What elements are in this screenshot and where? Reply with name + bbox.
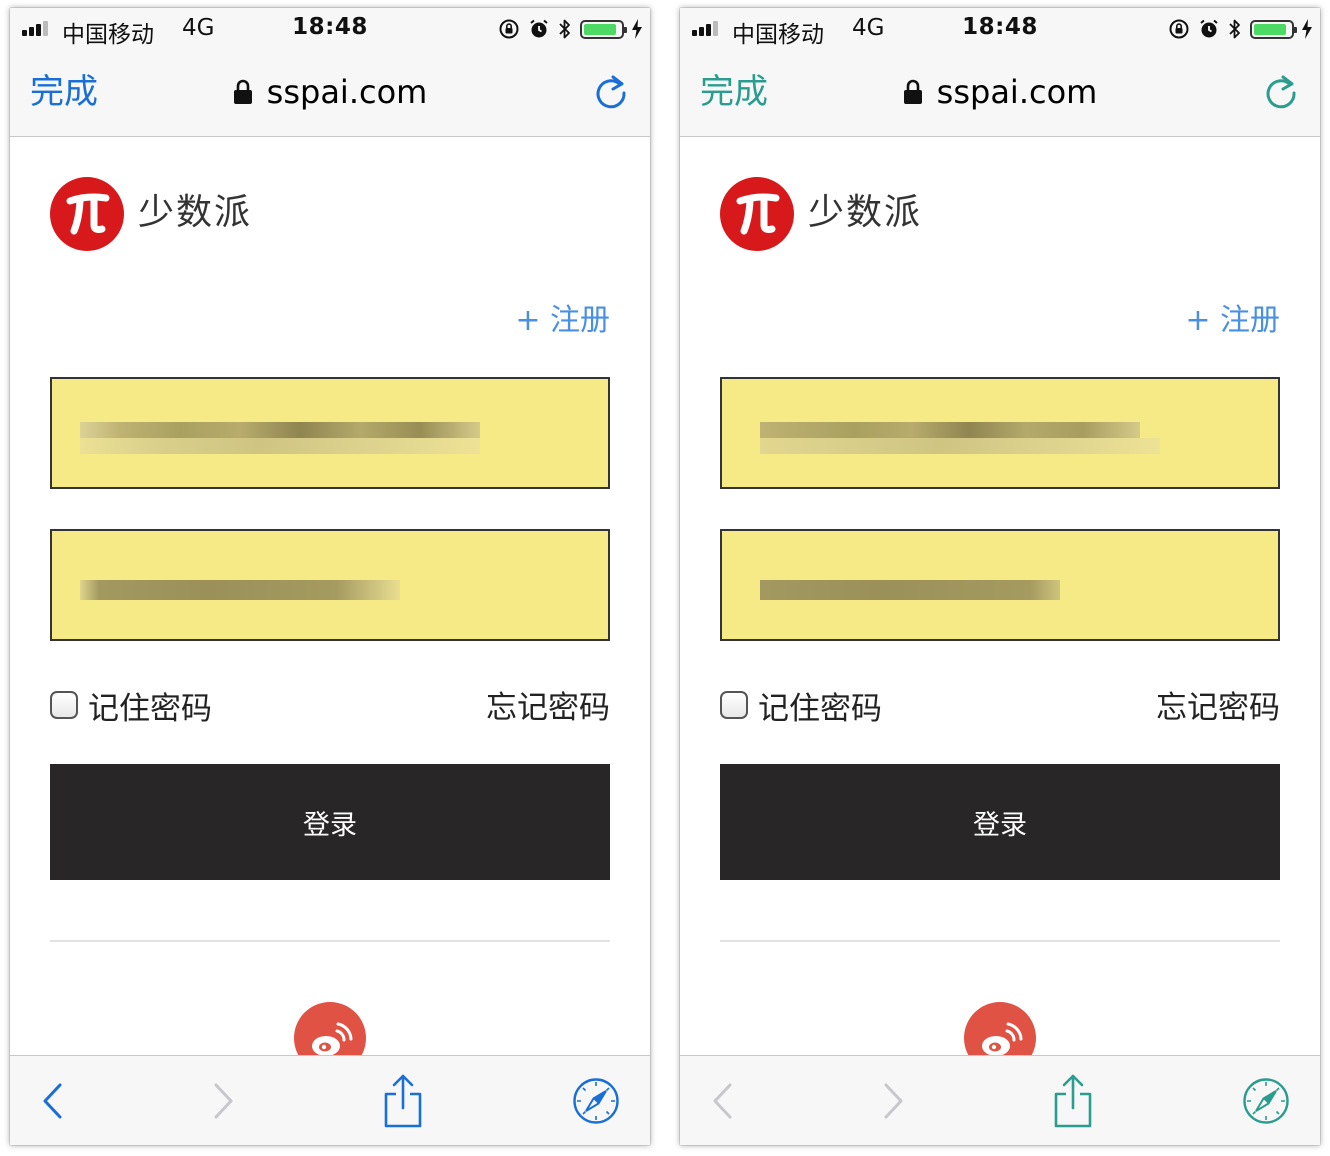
- status-bar: 中国移动 4G 18:48: [680, 8, 1320, 48]
- charging-icon: [632, 19, 642, 39]
- battery-icon: [1250, 19, 1297, 39]
- url-text: sspai.com: [266, 73, 428, 111]
- bluetooth-icon: [559, 19, 570, 39]
- login-page: 少数派 + 注册 记住密码 忘记密码 登录: [10, 137, 650, 1074]
- lock-icon: [903, 79, 922, 104]
- back-button[interactable]: [30, 1056, 76, 1145]
- chevron-left-icon: [713, 1083, 732, 1119]
- share-button[interactable]: [376, 1056, 430, 1145]
- url-text: sspai.com: [936, 73, 1098, 111]
- orientation-lock-icon: [499, 19, 519, 39]
- status-icons: [498, 16, 642, 42]
- address-bar: 完成 sspai.com: [10, 48, 650, 137]
- share-icon: [384, 1074, 422, 1128]
- open-in-safari-button[interactable]: [1240, 1056, 1292, 1145]
- brand-name: 少数派: [138, 192, 253, 233]
- chevron-right-icon: [884, 1083, 903, 1119]
- username-input[interactable]: [720, 377, 1280, 489]
- login-button[interactable]: 登录: [50, 764, 610, 880]
- divider: [720, 940, 1280, 942]
- address-bar: 完成 sspai.com: [680, 48, 1320, 137]
- remember-label: 记住密码: [88, 690, 212, 727]
- register-link[interactable]: + 注册: [515, 295, 610, 339]
- sspai-logo-icon: [720, 177, 794, 251]
- status-bar: 中国移动 4G 18:48: [10, 8, 650, 48]
- remember-checkbox[interactable]: [720, 691, 748, 719]
- phone-screen-left: 中国移动 4G 18:48 完成 sspai.com 少数派 + 注册 记住密码…: [10, 8, 650, 1145]
- register-link[interactable]: + 注册: [1185, 295, 1280, 339]
- remember-checkbox[interactable]: [50, 691, 78, 719]
- url-field[interactable]: sspai.com: [10, 72, 650, 112]
- forgot-password-link[interactable]: 忘记密码: [486, 682, 610, 727]
- share-button[interactable]: [1046, 1056, 1100, 1145]
- alarm-icon: [1200, 19, 1218, 38]
- charging-icon: [1302, 19, 1312, 39]
- forward-button[interactable]: [200, 1056, 246, 1145]
- battery-level: [584, 23, 617, 35]
- reload-icon[interactable]: [592, 74, 630, 112]
- password-input[interactable]: [50, 529, 610, 641]
- reload-icon[interactable]: [1262, 74, 1300, 112]
- orientation-lock-icon: [1169, 19, 1189, 39]
- password-input[interactable]: [720, 529, 1280, 641]
- username-input[interactable]: [50, 377, 610, 489]
- back-button[interactable]: [700, 1056, 746, 1145]
- share-icon: [1054, 1074, 1092, 1128]
- battery-level: [1254, 23, 1287, 35]
- divider: [50, 940, 610, 942]
- lock-icon: [233, 79, 252, 104]
- bluetooth-icon: [1229, 19, 1240, 39]
- forward-button[interactable]: [870, 1056, 916, 1145]
- status-icons: [1168, 16, 1312, 42]
- brand-name: 少数派: [808, 192, 923, 233]
- battery-icon: [580, 19, 627, 39]
- browser-toolbar: [10, 1055, 650, 1145]
- open-in-safari-button[interactable]: [570, 1056, 622, 1145]
- compass-icon: [573, 1078, 619, 1124]
- forgot-password-link[interactable]: 忘记密码: [1156, 682, 1280, 727]
- phone-screen-right: 中国移动 4G 18:48 完成 sspai.com 少数派 + 注册 记住密码…: [680, 8, 1320, 1145]
- chevron-left-icon: [43, 1083, 62, 1119]
- remember-password-toggle[interactable]: 记住密码: [720, 680, 882, 730]
- chevron-right-icon: [214, 1083, 233, 1119]
- compass-icon: [1243, 1078, 1289, 1124]
- sspai-logo-icon: [50, 177, 124, 251]
- alarm-icon: [530, 19, 548, 38]
- remember-password-toggle[interactable]: 记住密码: [50, 680, 212, 730]
- remember-label: 记住密码: [758, 690, 882, 727]
- url-field[interactable]: sspai.com: [680, 72, 1320, 112]
- browser-toolbar: [680, 1055, 1320, 1145]
- login-button[interactable]: 登录: [720, 764, 1280, 880]
- login-page: 少数派 + 注册 记住密码 忘记密码 登录: [680, 137, 1320, 1074]
